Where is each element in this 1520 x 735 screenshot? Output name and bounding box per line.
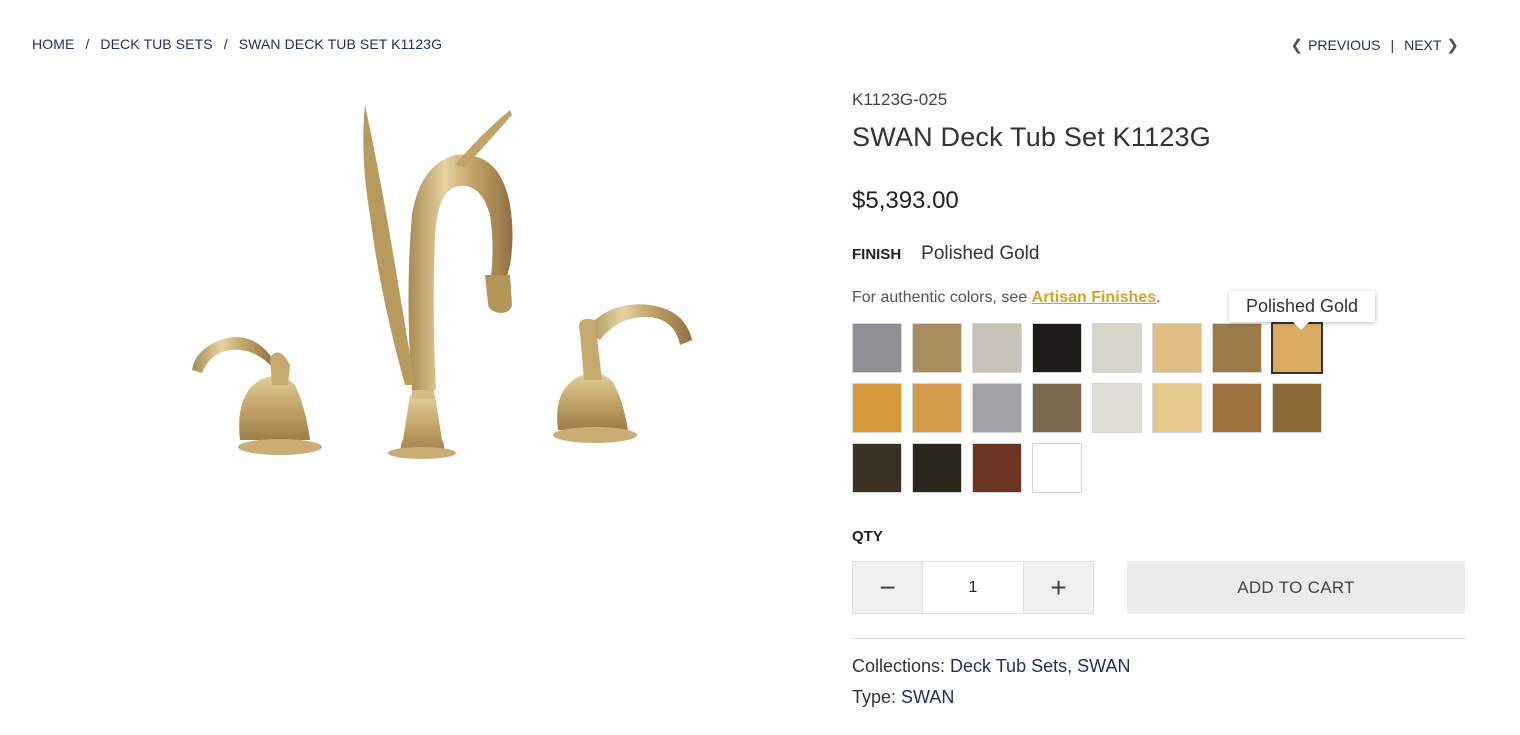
product-price: $5,393.00 [852, 187, 959, 214]
pager-separator: | [1390, 37, 1395, 53]
finish-swatch[interactable] [1212, 323, 1262, 373]
product-sku: K1123G-025 [852, 90, 948, 109]
finish-swatch[interactable] [972, 323, 1022, 373]
previous-link[interactable]: ❮ PREVIOUS [1286, 36, 1381, 54]
type-row: Type: SWAN [852, 687, 954, 708]
breadcrumb-home[interactable]: HOME [32, 36, 74, 52]
finish-swatch[interactable] [1092, 323, 1142, 373]
breadcrumb-separator: / [223, 36, 228, 52]
collection-link-swan[interactable]: SWAN [1077, 656, 1130, 676]
finish-swatch[interactable] [1032, 443, 1082, 493]
product-title: SWAN Deck Tub Set K1123G [852, 122, 1211, 152]
finish-label: FINISH [852, 246, 902, 263]
finish-note-text: For authentic colors, see [852, 289, 1032, 306]
chevron-right-icon: ❯ [1446, 37, 1459, 54]
divider [852, 638, 1465, 639]
finish-swatch[interactable] [972, 383, 1022, 433]
finish-swatch[interactable] [852, 323, 902, 373]
type-link-swan[interactable]: SWAN [901, 687, 954, 707]
finish-swatch[interactable] [912, 383, 962, 433]
artisan-finishes-link[interactable]: Artisan Finishes [1032, 289, 1156, 306]
next-label: NEXT [1404, 37, 1442, 53]
finish-swatch[interactable] [1032, 383, 1082, 433]
finish-swatch[interactable] [852, 383, 902, 433]
finish-value: Polished Gold [921, 243, 1040, 264]
finish-swatch[interactable] [1212, 383, 1262, 433]
breadcrumb-separator: / [85, 36, 90, 52]
next-link[interactable]: NEXT ❯ [1404, 36, 1464, 54]
finish-swatch[interactable] [972, 443, 1022, 493]
chevron-left-icon: ❮ [1290, 37, 1304, 54]
breadcrumb: HOME / DECK TUB SETS / SWAN DECK TUB SET… [32, 36, 442, 52]
previous-label: PREVIOUS [1308, 37, 1381, 53]
product-pager: ❮ PREVIOUS | NEXT ❯ [1286, 36, 1465, 54]
finish-swatch[interactable] [1271, 322, 1323, 374]
finish-row: FINISH Polished Gold [852, 243, 1465, 265]
finish-swatch[interactable] [912, 323, 962, 373]
product-image[interactable] [180, 95, 700, 470]
collections-row: Collections: Deck Tub Sets, SWAN [852, 656, 1130, 677]
type-label: Type: [852, 687, 902, 707]
finish-swatch[interactable] [1032, 323, 1082, 373]
qty-input[interactable]: 1 [922, 562, 1024, 613]
finish-swatch[interactable] [1152, 323, 1202, 373]
finish-swatch[interactable] [1092, 383, 1142, 433]
collection-link-deck-tub-sets[interactable]: Deck Tub Sets [950, 656, 1067, 676]
finish-note-suffix: . [1156, 289, 1161, 306]
finish-swatch[interactable] [1272, 383, 1322, 433]
qty-increase-button[interactable]: + [1024, 562, 1093, 613]
quantity-stepper: − 1 + [852, 561, 1094, 614]
swatch-tooltip: Polished Gold [1229, 291, 1375, 330]
collection-separator: , [1067, 656, 1078, 676]
collections-label: Collections: [852, 656, 951, 676]
qty-label: QTY [852, 528, 883, 545]
breadcrumb-deck-tub-sets[interactable]: DECK TUB SETS [100, 36, 212, 52]
qty-decrease-button[interactable]: − [853, 562, 922, 613]
breadcrumb-current[interactable]: SWAN DECK TUB SET K1123G [239, 36, 442, 52]
finish-swatch[interactable] [1152, 383, 1202, 433]
finish-swatch[interactable] [852, 443, 902, 493]
product-info: K1123G-025 SWAN Deck Tub Set K1123G $5,3… [852, 88, 1465, 307]
finish-swatch[interactable] [912, 443, 962, 493]
add-to-cart-button[interactable]: ADD TO CART [1127, 561, 1465, 614]
